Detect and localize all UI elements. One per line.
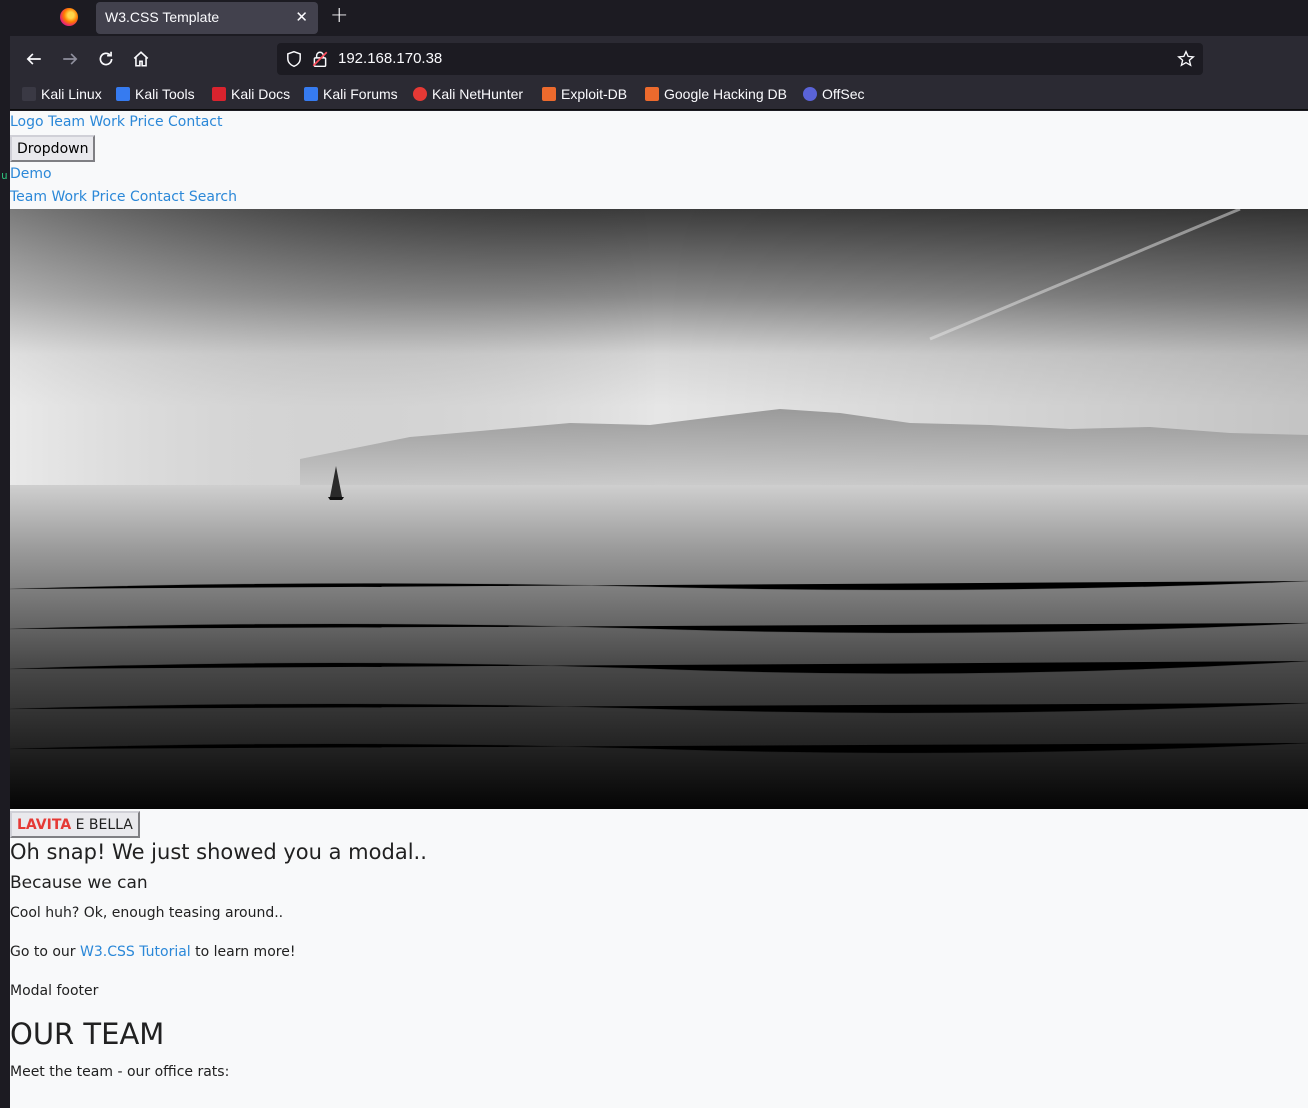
team-text: Meet the team - our office rats: (10, 1064, 230, 1080)
bookmark-kali-nethunter[interactable]: Kali NetHunter (413, 86, 523, 102)
tutorial-link[interactable]: W3.CSS Tutorial (80, 944, 191, 960)
url-text: 192.168.170.38 (338, 50, 443, 67)
kali-docs-icon (212, 87, 226, 101)
bookmark-offsec[interactable]: OffSec (803, 86, 865, 102)
dropdown-button[interactable]: Dropdown (10, 135, 96, 162)
bookmark-kali-docs[interactable]: Kali Docs (212, 86, 290, 102)
nav2-search[interactable]: Search (189, 189, 237, 205)
close-tab-icon[interactable]: ✕ (295, 8, 308, 26)
nav2-contact[interactable]: Contact (130, 189, 184, 205)
forward-icon[interactable] (57, 46, 83, 72)
new-tab-icon[interactable]: + (330, 3, 348, 28)
exploit-db-icon (542, 87, 556, 101)
ghdb-icon (645, 87, 659, 101)
kali-dragon-icon (22, 87, 36, 101)
navigation-toolbar: 192.168.170.38 (10, 36, 1308, 82)
kali-forums-icon (304, 87, 318, 101)
brand-button[interactable]: LAVITA E BELLA (10, 811, 140, 838)
team-heading: OUR TEAM (10, 1017, 165, 1051)
nav2-price[interactable]: Price (91, 189, 125, 205)
nav2-work[interactable]: Work (51, 189, 86, 205)
insecure-lock-icon[interactable] (311, 50, 329, 68)
browser-window: W3.CSS Template ✕ + 192.168.170.38 Kali … (0, 0, 1308, 1108)
page-viewport: Logo Team Work Price Contact Dropdown De… (10, 111, 1308, 1108)
hero-image (10, 209, 1308, 809)
reload-icon[interactable] (93, 46, 119, 72)
brand-red-text: LAVITA (17, 816, 72, 833)
left-edge-strip: u (0, 0, 10, 1108)
nav-logo[interactable]: Logo (10, 114, 44, 130)
modal-tutorial-text: Go to our W3.CSS Tutorial to learn more! (10, 944, 296, 960)
kali-tools-icon (116, 87, 130, 101)
home-icon[interactable] (128, 46, 154, 72)
nav2-team[interactable]: Team (10, 189, 47, 205)
bookmark-kali-forums[interactable]: Kali Forums (304, 86, 398, 102)
offsec-icon (803, 87, 817, 101)
kali-nethunter-icon (413, 87, 427, 101)
firefox-icon[interactable] (60, 8, 78, 26)
nav-team[interactable]: Team (48, 114, 85, 130)
bookmarks-toolbar: Kali Linux Kali Tools Kali Docs Kali For… (10, 82, 1308, 110)
bookmark-star-icon[interactable] (1177, 50, 1195, 68)
bookmark-kali-tools[interactable]: Kali Tools (116, 86, 195, 102)
bookmark-exploit-db[interactable]: Exploit-DB (542, 86, 627, 102)
modal-heading: Oh snap! We just showed you a modal.. (10, 840, 427, 864)
secondary-navigation: Team Work Price Contact Search (10, 189, 237, 205)
url-bar[interactable]: 192.168.170.38 (277, 43, 1203, 75)
nav-contact[interactable]: Contact (168, 114, 222, 130)
bookmark-google-hacking-db[interactable]: Google Hacking DB (645, 86, 787, 102)
nav-price[interactable]: Price (129, 114, 163, 130)
modal-footer: Modal footer (10, 983, 99, 999)
brand-rest-text: E BELLA (71, 816, 133, 833)
back-icon[interactable] (21, 46, 47, 72)
tab-title: W3.CSS Template (105, 9, 220, 25)
bookmark-kali-linux[interactable]: Kali Linux (22, 86, 102, 102)
nav-work[interactable]: Work (90, 114, 125, 130)
modal-subheading: Because we can (10, 873, 148, 893)
top-navigation: Logo Team Work Price Contact (10, 114, 222, 130)
modal-text: Cool huh? Ok, enough teasing around.. (10, 905, 284, 921)
browser-tab[interactable]: W3.CSS Template ✕ (96, 2, 318, 34)
demo-link[interactable]: Demo (10, 166, 52, 182)
tracking-shield-icon[interactable] (285, 50, 303, 68)
tab-strip: W3.CSS Template ✕ + (0, 0, 1308, 36)
